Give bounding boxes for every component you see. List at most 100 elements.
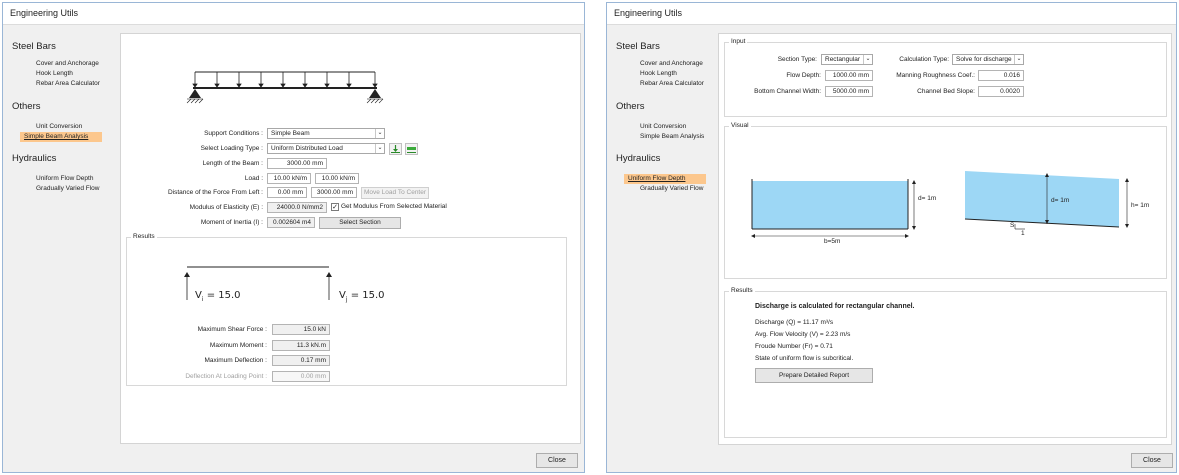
others-heading: Others (616, 101, 645, 112)
sidebar-item-cover-anchorage[interactable]: Cover and Anchorage (624, 59, 720, 69)
discharge-text: Discharge (Q) = 11.17 m³/s (755, 319, 834, 326)
sidebar-item-gradually-varied[interactable]: Gradually Varied Flow (624, 184, 720, 194)
distance-start-input[interactable]: 0.00 mm (267, 187, 307, 198)
max-shear-value: 15.0 kN (272, 324, 330, 335)
distance-end-input[interactable]: 3000.00 mm (311, 187, 357, 198)
uniform-flow-panel: Input Section Type: Rectangular ⌄ Calcula… (718, 33, 1172, 445)
section-type-label: Section Type: (777, 56, 817, 63)
sidebar-item-unit-conversion[interactable]: Unit Conversion (624, 122, 720, 132)
chevron-down-icon: ⌄ (375, 129, 384, 138)
prepare-report-button[interactable]: Prepare Detailed Report (755, 368, 873, 383)
beam-analysis-panel: Support Conditions : Simple Beam ⌄ Select… (120, 33, 581, 444)
window-title: Engineering Utils (3, 3, 584, 25)
flow-state-text: State of uniform flow is subcritical. (755, 355, 854, 362)
sidebar-item-rebar-area[interactable]: Rebar Area Calculator (624, 79, 720, 89)
modulus-label: Modulus of Elasticity (E) : (189, 204, 263, 211)
manning-input[interactable]: 0.016 (978, 70, 1024, 81)
loading-type-label: Select Loading Type : (200, 145, 263, 152)
bottom-width-label: Bottom Channel Width: (754, 88, 821, 95)
load-start-input[interactable]: 10.00 kN/m (267, 173, 311, 184)
visual-title: Visual (729, 122, 751, 129)
vi-reaction: Vi = 15.0 (195, 290, 241, 303)
input-title: Input (729, 38, 748, 45)
select-section-button[interactable]: Select Section (319, 217, 401, 229)
flow-depth-label: Flow Depth: (786, 72, 821, 79)
deflection-point-value: 0.00 mm (272, 371, 330, 382)
get-modulus-label: Get Modulus From Selected Material (341, 203, 447, 210)
load-end-input[interactable]: 10.00 kN/m (315, 173, 359, 184)
steel-bars-heading: Steel Bars (616, 41, 660, 52)
load-label: Load : (244, 175, 263, 182)
results-title: Results (131, 233, 157, 240)
sidebar: Steel Bars Cover and Anchorage Hook Leng… (7, 31, 117, 446)
max-shear-label: Maximum Shear Force : (197, 326, 267, 333)
beam-diagram (186, 71, 384, 104)
max-deflection-label: Maximum Deflection : (204, 357, 268, 364)
bed-slope-input[interactable]: 0.0020 (978, 86, 1024, 97)
sidebar-item-uniform-flow[interactable]: Uniform Flow Depth (624, 174, 706, 184)
others-heading: Others (12, 101, 41, 112)
distance-label: Distance of the Force From Left : (167, 189, 263, 196)
support-conditions-select[interactable]: Simple Beam ⌄ (267, 128, 385, 139)
support-conditions-label: Support Conditions : (204, 130, 263, 137)
sidebar-item-gradually-varied[interactable]: Gradually Varied Flow (20, 184, 116, 194)
beam-length-label: Length of the Beam : (202, 160, 263, 167)
hydraulics-heading: Hydraulics (616, 153, 661, 164)
point-load-icon[interactable] (389, 143, 402, 155)
sidebar-item-hook-length[interactable]: Hook Length (624, 69, 720, 79)
distributed-load-icon[interactable] (405, 143, 418, 155)
width-label: b=5m (824, 238, 841, 245)
sidebar-item-uniform-flow[interactable]: Uniform Flow Depth (20, 174, 116, 184)
results-headline: Discharge is calculated for rectangular … (755, 303, 915, 310)
section-type-select[interactable]: Rectangular ⌄ (821, 54, 873, 65)
calc-type-select[interactable]: Solve for discharge ⌄ (952, 54, 1024, 65)
velocity-text: Avg. Flow Velocity (V) = 2.23 m/s (755, 331, 851, 338)
simple-beam-window: Engineering Utils Steel Bars Cover and A… (2, 2, 585, 473)
flow-depth-input[interactable]: 1000.00 mm (825, 70, 873, 81)
calc-type-label: Calculation Type: (899, 56, 949, 63)
h-label: h= 1m (1131, 202, 1150, 209)
depth-label-2: d= 1m (1051, 197, 1070, 204)
channel-cross-section (751, 179, 916, 238)
input-group: Input Section Type: Rectangular ⌄ Calcula… (724, 38, 1167, 117)
chevron-down-icon: ⌄ (1014, 55, 1023, 64)
modulus-input[interactable]: 24000.0 N/mm2 (267, 202, 327, 213)
sidebar: Steel Bars Cover and Anchorage Hook Leng… (611, 31, 721, 446)
results-title: Results (729, 287, 755, 294)
get-modulus-checkbox[interactable]: ✓ (331, 203, 339, 211)
loading-type-select[interactable]: Uniform Distributed Load ⌄ (267, 143, 385, 154)
steel-bars-heading: Steel Bars (12, 41, 56, 52)
bottom-width-input[interactable]: 5000.00 mm (825, 86, 873, 97)
uniform-flow-window: Engineering Utils Steel Bars Cover and A… (606, 2, 1177, 473)
sidebar-item-simple-beam[interactable]: Simple Beam Analysis (624, 132, 720, 142)
window-title: Engineering Utils (607, 3, 1176, 25)
vj-reaction: Vj = 15.0 (339, 290, 385, 303)
move-load-center-button[interactable]: Move Load To Center (361, 187, 429, 199)
visual-group: Visual d= 1m b=5m d= 1m h= 1m S 1 (724, 122, 1167, 279)
inertia-label: Moment of Inertia (I) : (200, 219, 263, 226)
sidebar-item-unit-conversion[interactable]: Unit Conversion (20, 122, 116, 132)
manning-label: Manning Roughness Coef.: (896, 72, 975, 79)
chevron-down-icon: ⌄ (863, 55, 872, 64)
chevron-down-icon: ⌄ (375, 144, 384, 153)
froude-text: Froude Number (Fr) = 0.71 (755, 343, 833, 350)
slope-run-label: 1 (1021, 230, 1025, 237)
results-group: Results Discharge is calculated for rect… (724, 287, 1167, 438)
sidebar-item-rebar-area[interactable]: Rebar Area Calculator (20, 79, 116, 89)
slope-label: S (1010, 222, 1015, 229)
sidebar-item-simple-beam[interactable]: Simple Beam Analysis (20, 132, 102, 142)
sidebar-item-cover-anchorage[interactable]: Cover and Anchorage (20, 59, 116, 69)
max-deflection-value: 0.17 mm (272, 355, 330, 366)
results-group: Results Vi = 15.0 Vj = 15.0 Maximum Shea… (126, 233, 567, 386)
close-button[interactable]: Close (1131, 453, 1173, 468)
sidebar-item-hook-length[interactable]: Hook Length (20, 69, 116, 79)
bed-slope-label: Channel Bed Slope: (917, 88, 975, 95)
hydraulics-heading: Hydraulics (12, 153, 57, 164)
deflection-point-label: Deflection At Loading Point : (185, 373, 267, 380)
inertia-input[interactable]: 0.002604 m4 (267, 217, 315, 228)
max-moment-label: Maximum Moment : (209, 342, 267, 349)
depth-label: d= 1m (918, 195, 937, 202)
max-moment-value: 11.3 kN.m (272, 340, 330, 351)
close-button[interactable]: Close (536, 453, 578, 468)
beam-length-input[interactable]: 3000.00 mm (267, 158, 327, 169)
